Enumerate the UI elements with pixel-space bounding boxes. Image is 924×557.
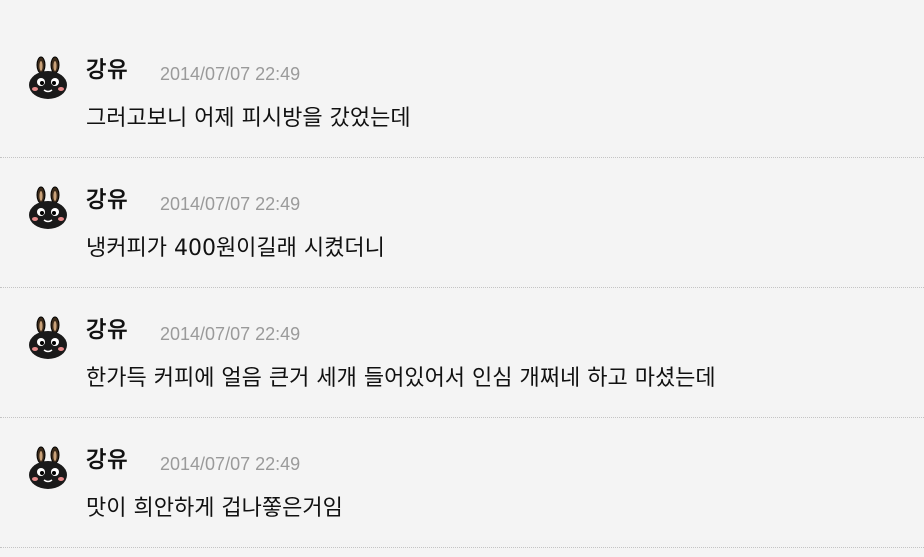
message-text: 그러고보니 어제 피시방을 갔었는데 <box>86 106 411 131</box>
bunny-icon[interactable] <box>26 56 70 100</box>
chat-message: 강유 2014/07/07 22:49 그러고보니 어제 피시방을 갔었는데 <box>0 28 924 158</box>
chat-message: 강유 2014/07/07 22:49 냉커피가 400원이길래 시켰더니 <box>0 158 924 288</box>
author-name[interactable]: 강유 <box>86 57 128 85</box>
bunny-icon[interactable] <box>26 186 70 230</box>
timestamp: 2014/07/07 22:49 <box>160 194 301 214</box>
timestamp: 2014/07/07 22:49 <box>160 324 301 344</box>
chat-feed: 강유 2014/07/07 22:49 그러고보니 어제 피시방을 갔었는데 강… <box>0 28 924 548</box>
timestamp: 2014/07/07 22:49 <box>160 64 301 84</box>
bunny-icon[interactable] <box>26 446 70 490</box>
author-name[interactable]: 강유 <box>86 317 128 345</box>
bunny-icon[interactable] <box>26 316 70 360</box>
author-name[interactable]: 강유 <box>86 447 128 475</box>
timestamp: 2014/07/07 22:49 <box>160 454 301 474</box>
message-text: 한가득 커피에 얼음 큰거 세개 들어있어서 인심 개쩌네 하고 마셨는데 <box>86 366 716 391</box>
message-text: 냉커피가 400원이길래 시켰더니 <box>86 236 385 261</box>
chat-message: 강유 2014/07/07 22:49 맛이 희안하게 겁나쫗은거임 <box>0 418 924 548</box>
chat-message: 강유 2014/07/07 22:49 한가득 커피에 얼음 큰거 세개 들어있… <box>0 288 924 418</box>
message-text: 맛이 희안하게 겁나쫗은거임 <box>86 496 343 521</box>
author-name[interactable]: 강유 <box>86 187 128 215</box>
